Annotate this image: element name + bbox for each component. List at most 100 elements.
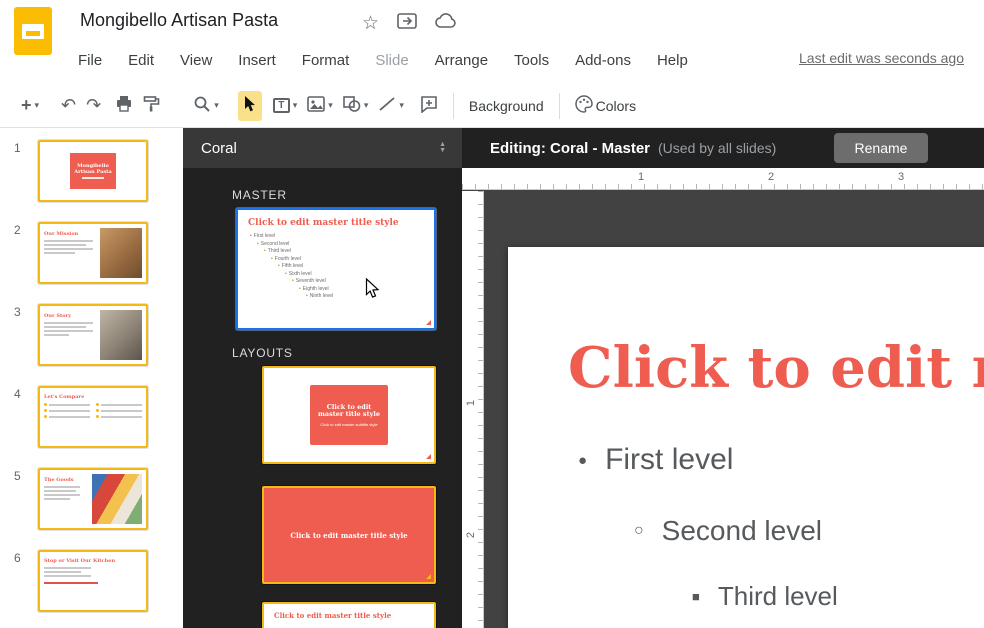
cloud-status-icon[interactable]	[435, 13, 457, 34]
bullet-icon: •	[278, 263, 280, 271]
document-title[interactable]: Mongibello Artisan Pasta	[80, 10, 278, 31]
bullet-dot	[44, 403, 47, 406]
theme-colors-button[interactable]: Colors	[570, 91, 641, 121]
layout-thumbnail-1[interactable]: Click to edit master title style Click t…	[262, 366, 436, 464]
slide-thumbnail-5[interactable]: The Goods	[38, 468, 148, 530]
square-bullet-icon: ■	[692, 589, 700, 604]
slide-number: 1	[14, 141, 21, 155]
select-tool-button[interactable]	[238, 91, 262, 121]
undo-button[interactable]: ↶	[56, 91, 81, 121]
theme-header[interactable]: Coral ▲ ▼	[183, 128, 462, 168]
text-line-bar	[44, 252, 75, 254]
background-button[interactable]: Background	[464, 91, 549, 121]
menu-addons[interactable]: Add-ons	[575, 52, 631, 69]
menu-format[interactable]: Format	[302, 52, 350, 69]
paint-format-button[interactable]	[138, 91, 166, 121]
text-line-bar	[49, 410, 90, 412]
menu-view[interactable]: View	[180, 52, 212, 69]
master-level-8: •Eighth level	[299, 286, 434, 294]
last-edit-link[interactable]: Last edit was seconds ago	[799, 50, 964, 66]
slide-thumbnail-4[interactable]: Let's Compare	[38, 386, 148, 448]
ruler-number: 1	[638, 171, 644, 183]
bullet-icon: •	[292, 278, 294, 286]
master-level-1: •First level	[250, 233, 434, 241]
master-slide[interactable]: Click to edit master title style ● First…	[508, 247, 984, 628]
thumb-title: Our Story	[44, 313, 97, 319]
film-item-6: 6 Stop or Visit Our Kitchen	[0, 550, 183, 614]
menu-insert[interactable]: Insert	[238, 52, 276, 69]
menu-file[interactable]: File	[78, 52, 102, 69]
ruler-number: 2	[768, 171, 774, 183]
thumb-column	[96, 403, 142, 421]
text-line-bar	[49, 416, 90, 418]
master-level-5: •Fifth level	[278, 263, 434, 271]
sort-down-icon: ▼	[439, 148, 446, 154]
text-box-icon: T	[273, 98, 290, 113]
bullet-icon: •	[257, 241, 259, 249]
insert-line-button[interactable]: ▾	[373, 91, 409, 121]
bullet-icon: •	[306, 293, 308, 301]
text-line-bar	[44, 240, 93, 242]
slide-thumbnail-3[interactable]: Our Story	[38, 304, 148, 366]
title-block: Mongibello Artisan Pasta	[70, 153, 116, 189]
new-slide-button[interactable]: + ▾	[16, 91, 44, 121]
insert-shape-button[interactable]: ▾	[338, 91, 374, 121]
thumb-layout: Our Story	[44, 310, 142, 360]
menu-edit[interactable]: Edit	[128, 52, 154, 69]
text-line-bar	[44, 571, 81, 573]
move-folder-icon[interactable]	[397, 13, 417, 34]
text-line-bar	[101, 410, 142, 412]
chevron-down-icon: ▾	[328, 100, 333, 111]
thumb-layout: The Goods	[44, 474, 142, 524]
thumb-title: The Goods	[44, 477, 89, 483]
text-line-bar	[82, 177, 104, 179]
editing-header: Editing: Coral - Master (Used by all sli…	[462, 128, 984, 168]
filled-circle-bullet-icon: ●	[578, 452, 587, 469]
redo-button[interactable]: ↷	[81, 91, 106, 121]
bullet-icon: •	[285, 271, 287, 279]
master-thumbnail[interactable]: Click to edit master title style •First …	[236, 208, 436, 330]
insert-comment-button[interactable]	[415, 91, 443, 121]
layouts-section-label: LAYOUTS	[232, 346, 293, 360]
bullet-first-level[interactable]: ● First level	[578, 443, 733, 477]
slide-thumbnail-2[interactable]: Our Mission	[38, 222, 148, 284]
layout-thumbnail-3[interactable]: Click to edit master title style	[262, 602, 436, 628]
text-box-button[interactable]: T ▾	[268, 91, 303, 121]
zoom-tool-button[interactable]: ▾	[188, 91, 224, 121]
slides-logo-icon[interactable]	[14, 7, 52, 55]
menu-tools[interactable]: Tools	[514, 52, 549, 69]
paint-format-icon	[143, 95, 161, 116]
layout-thumbnail-2[interactable]: Click to edit master title style	[262, 486, 436, 584]
bullet-third-level[interactable]: ■ Third level	[692, 581, 838, 612]
insert-image-button[interactable]: ▾	[302, 91, 338, 121]
thumb-photo	[92, 474, 142, 524]
bullet-line	[44, 403, 90, 406]
star-icon[interactable]: ☆	[362, 14, 379, 34]
google-slides-app: Mongibello Artisan Pasta ☆ File Edit Vie…	[0, 0, 984, 628]
document-title-actions: ☆	[362, 13, 457, 34]
ruler-number: 2	[465, 528, 477, 542]
thumb-text: The Goods	[44, 474, 89, 524]
layout-title: Click to edit master title style	[314, 404, 384, 419]
master-level-7: •Seventh level	[292, 278, 434, 286]
toolbar: + ▾ ↶ ↷ ▾ T ▾ ▾ ▾ ▾	[0, 84, 984, 128]
slide-thumbnail-6[interactable]: Stop or Visit Our Kitchen	[38, 550, 148, 612]
thumb-title: Our Mission	[44, 231, 97, 237]
used-by-label: (Used by all slides)	[658, 140, 776, 156]
rename-button[interactable]: Rename	[834, 133, 928, 163]
print-button[interactable]	[110, 91, 138, 121]
slide-thumbnail-1[interactable]: Mongibello Artisan Pasta	[38, 140, 148, 202]
film-item-2: 2 Our Mission	[0, 222, 183, 286]
text-line-bar	[44, 490, 76, 492]
toolbar-divider	[559, 93, 560, 119]
theme-reorder-icon[interactable]: ▲ ▼	[439, 142, 446, 154]
slide-canvas[interactable]: Click to edit master title style ● First…	[484, 191, 984, 628]
thumb-title: Stop or Visit Our Kitchen	[44, 558, 142, 564]
bullet-second-level[interactable]: ○ Second level	[634, 515, 822, 547]
menu-arrange[interactable]: Arrange	[435, 52, 488, 69]
editing-label: Editing: Coral - Master	[490, 140, 650, 157]
bullet-dot	[96, 409, 99, 412]
master-title-placeholder[interactable]: Click to edit master title style	[568, 335, 984, 401]
menu-help[interactable]: Help	[657, 52, 688, 69]
editor-body: 1 2 Click to edit master title style ● F…	[462, 191, 984, 628]
